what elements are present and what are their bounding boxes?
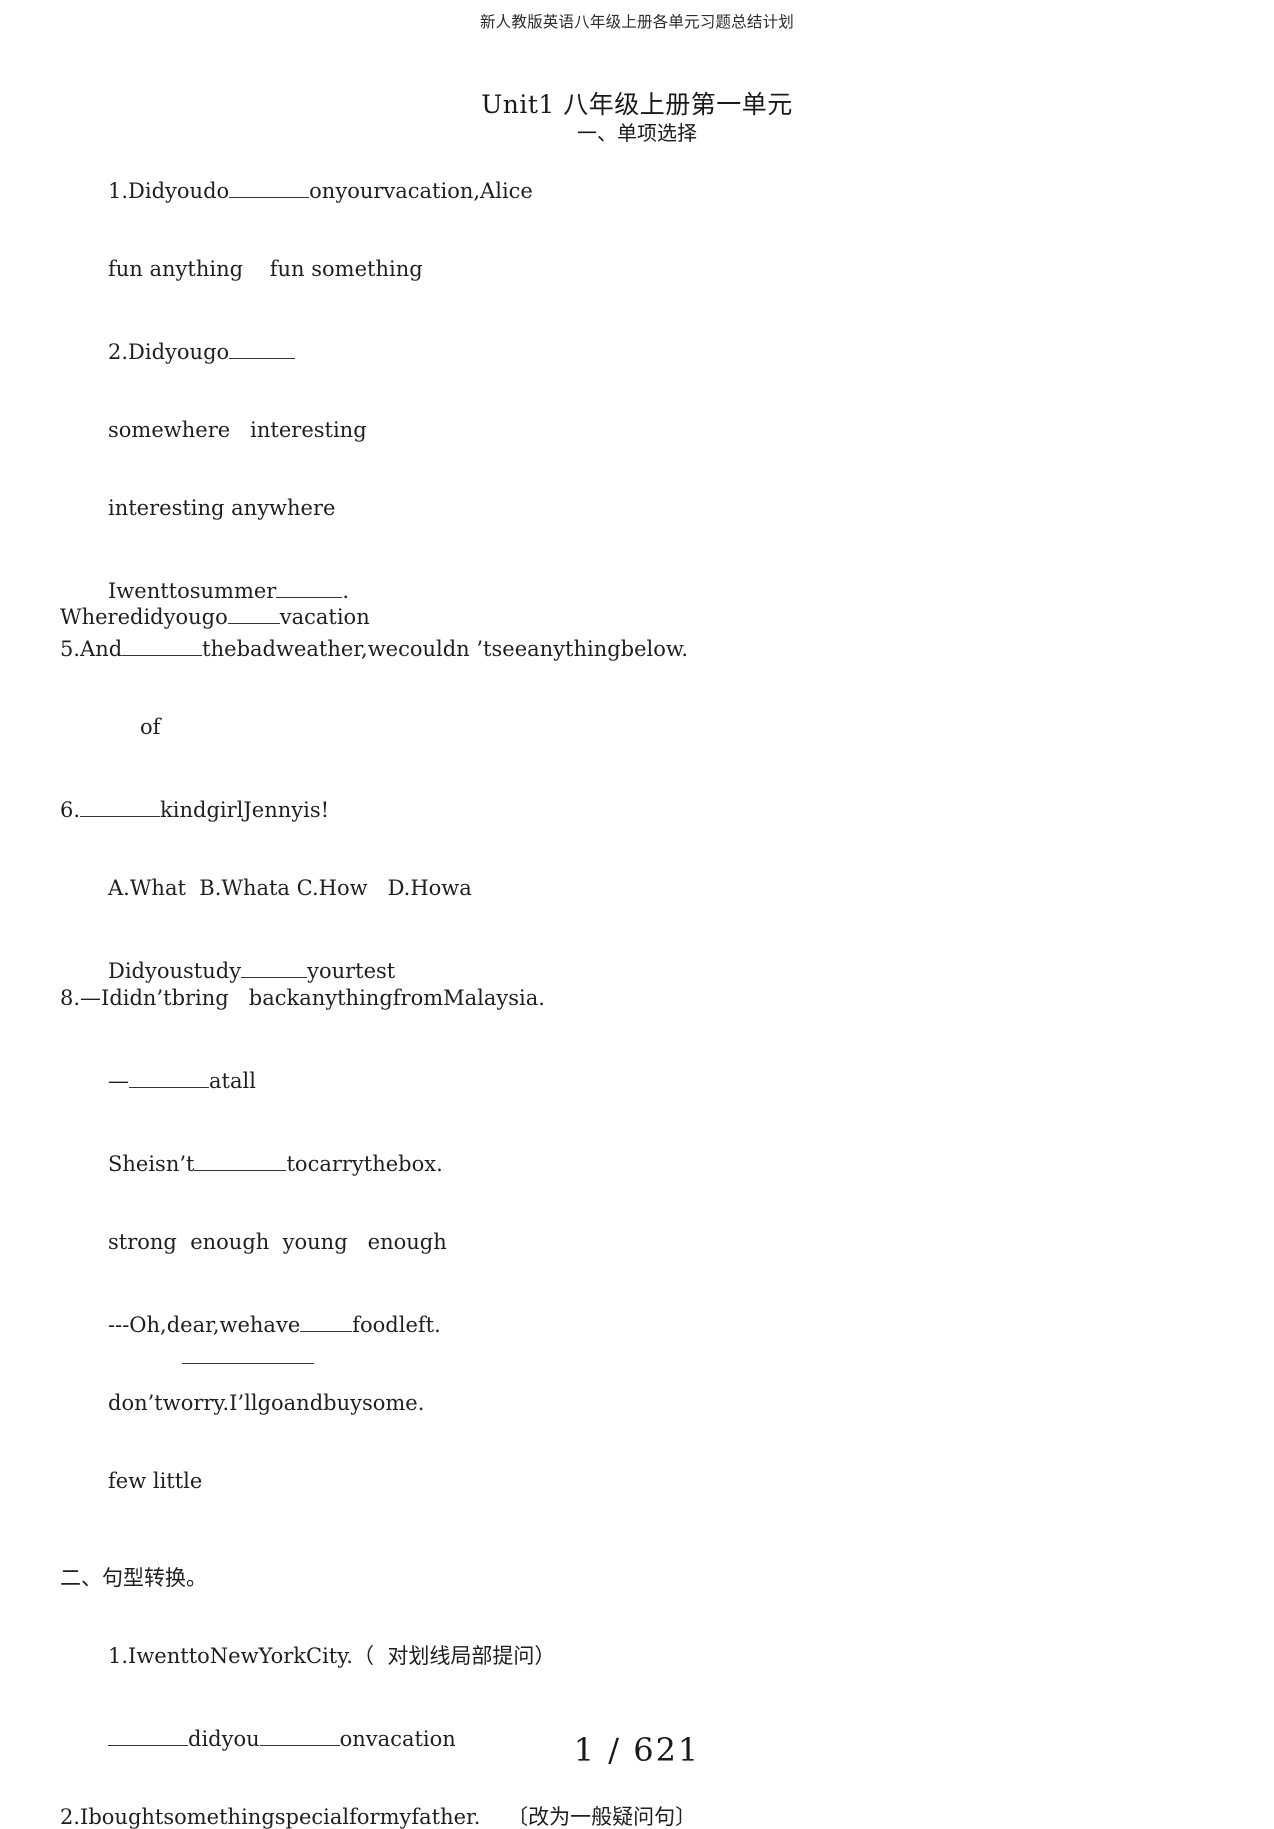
running-header: 新人教版英语八年级上册各单元习题总结计划 [479, 13, 794, 31]
question-2: 2.Didyougo [0, 337, 1274, 363]
question-1: 1.Didyoudo onyourvacation,Alice [0, 176, 1274, 202]
question-3-text: Iwenttosummer [108, 579, 277, 603]
section2-question-1: 1.IwenttoNewYorkCity.（ 对划线局部提问） [108, 1644, 556, 1668]
question-9-text: Sheisn’t [108, 1152, 195, 1176]
stray-underline [182, 1363, 314, 1364]
question-2-text: 2.Didyougo [108, 340, 230, 364]
document-page: 新人教版英语八年级上册各单元习题总结计划 Unit1 八年级上册第一单元 一、单… [0, 0, 1274, 1828]
question-6-tail: kindgirlJennyis! [160, 798, 330, 822]
section-heading-two: 二、句型转换。 [60, 1566, 207, 1590]
question-4-text: Wheredidyougo [60, 605, 228, 629]
question-4: Wheredidyougo vacation [0, 602, 1274, 628]
question-1-options: fun anything fun something [108, 257, 423, 281]
question-9-tail: tocarrythebox. [286, 1152, 443, 1176]
question-7-text: Didyoustudy [108, 959, 242, 983]
question-10-tail: foodleft. [352, 1313, 441, 1337]
question-9-options: strong enough young enough [108, 1230, 447, 1254]
blank-field [122, 634, 203, 656]
question-10-options: few little [108, 1469, 203, 1493]
question-5-text: 5.And [60, 637, 123, 661]
blank-field [276, 576, 343, 598]
question-5-tail: thebadweather,wecouldn ’tseeanythingbelo… [202, 637, 689, 661]
blank-field [227, 602, 280, 624]
blank-field [229, 337, 296, 359]
question-3: Iwenttosummer. [0, 576, 1274, 602]
blank-field [229, 176, 310, 198]
section2-question-2: 2.Iboughtsomethingspecialformyfather. 〔改… [60, 1805, 697, 1829]
question-6-text: 6. [60, 798, 81, 822]
question-2-options-b: interesting anywhere [108, 496, 336, 520]
blank-field [300, 1310, 353, 1332]
question-2-options-a: somewhere interesting [108, 418, 367, 442]
question-6: 6. kindgirlJennyis! [0, 795, 1274, 821]
question-8-answer: — atall [0, 1066, 1274, 1092]
question-1-tail: onyourvacation,Alice [309, 179, 533, 203]
question-6-options: A.What B.Whata C.How D.Howa [108, 876, 472, 900]
page-number: 1 / 621 [573, 1731, 701, 1769]
question-5: 5.And thebadweather,wecouldn ’tseeanythin… [0, 634, 1274, 660]
question-8-answer-text: — [108, 1069, 129, 1093]
exercise-body: 1.Didyoudo onyourvacation,Alice fun anyth… [0, 160, 1274, 1828]
question-7: Didyoustudy yourtest [0, 956, 1274, 982]
blank-field [194, 1149, 287, 1171]
blank-field [80, 795, 161, 817]
question-8: 8.—Ididn’tbring backanythingfromMalaysia… [60, 986, 545, 1010]
question-5-option: of [140, 715, 161, 739]
question-4-tail: vacation [279, 605, 370, 629]
question-1-text: 1.Didyoudo [108, 179, 230, 203]
blank-field [129, 1066, 209, 1088]
question-8-answer-tail: atall [209, 1069, 256, 1093]
question-3-tail: . [342, 579, 350, 603]
question-10: ---Oh,dear,wehave foodleft. [0, 1310, 1274, 1336]
question-9: Sheisn’t tocarrythebox. [0, 1149, 1274, 1175]
question-10-text: ---Oh,dear,wehave [108, 1313, 301, 1337]
question-7-tail: yourtest [307, 959, 396, 983]
blank-field [241, 956, 308, 978]
question-10-reply: don’tworry.I’llgoandbuysome. [108, 1391, 425, 1415]
section-heading-one: 一、单项选择 [577, 121, 697, 145]
page-title: Unit1 八年级上册第一单元 [481, 90, 793, 119]
